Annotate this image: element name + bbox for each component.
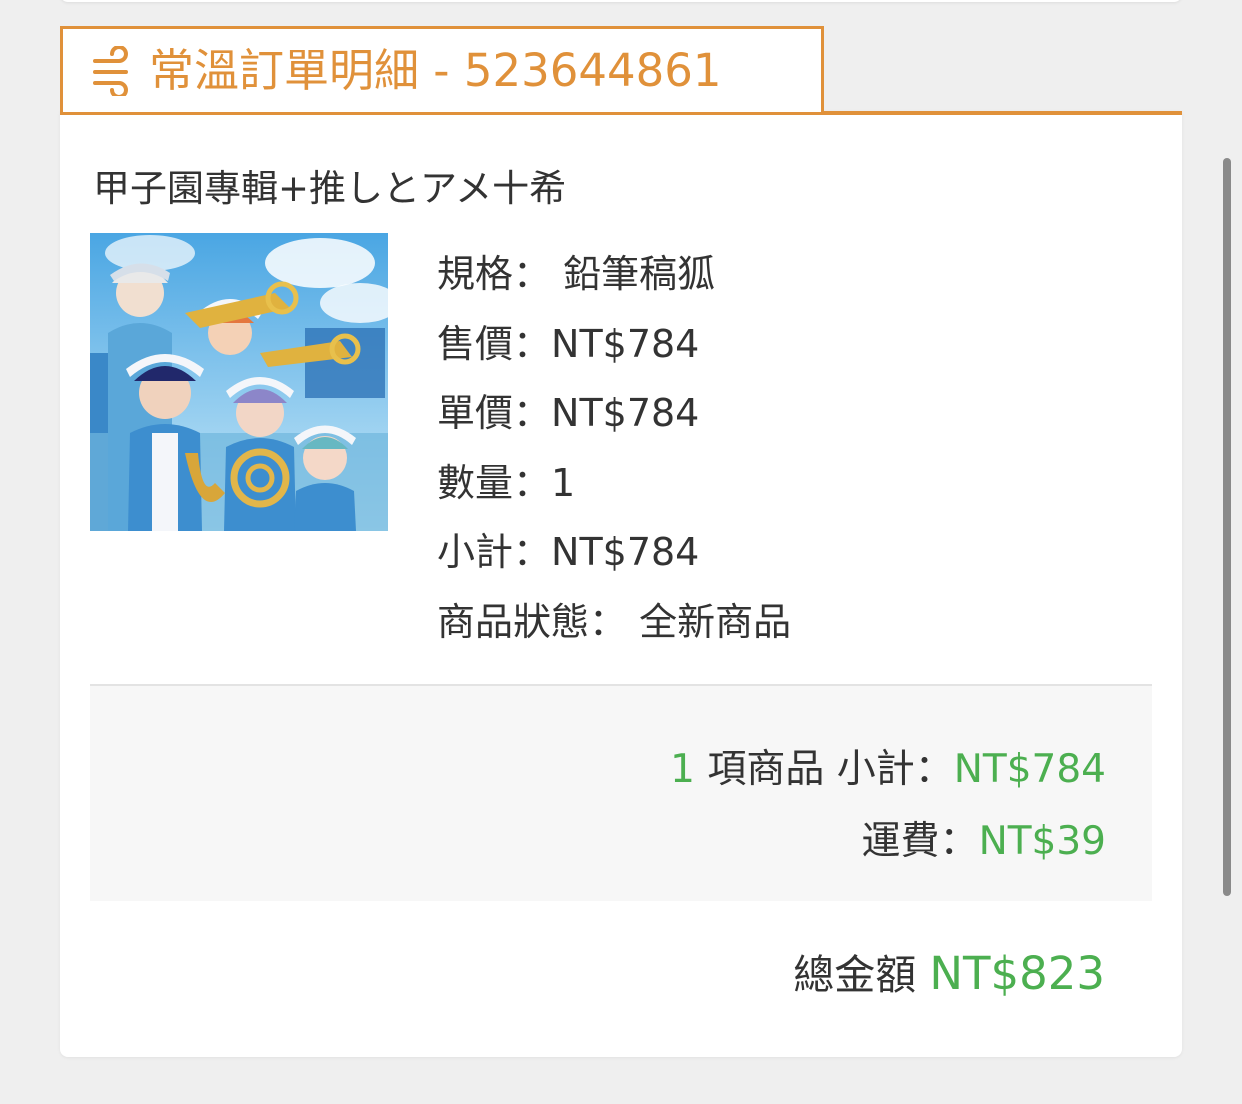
total-label: 總金額 [793,951,930,999]
shipping-label: 運費： [861,819,979,864]
condition-value: 全新商品 [627,599,792,644]
unit-price-value: NT$784 [551,391,700,435]
spec-label: 規格： [437,252,552,296]
condition-row: 商品狀態： 全新商品 [437,588,791,658]
quantity-label: 數量： [437,460,552,505]
scrollbar[interactable] [1223,158,1231,896]
subtotal-value: NT$784 [953,747,1106,792]
sale-price-label: 售價： [437,321,552,366]
total-value: NT$823 [929,947,1105,1000]
product-image[interactable] [90,233,388,531]
subtotal-line: 1 項商品 小計：NT$784 [670,738,1106,794]
previous-card [60,0,1182,2]
item-subtotal-label: 小計： [437,530,552,574]
spec-row: 規格： 鉛筆稿狐 [437,240,791,310]
order-title: 常溫訂單明細 - 523644861 [149,44,722,97]
item-subtotal-row: 小計：NT$784 [437,518,791,588]
quantity-value: 1 [551,460,576,505]
sale-price-row: 售價：NT$784 [437,310,791,380]
condition-label: 商品狀態： [437,599,628,644]
sale-price-value: NT$784 [551,321,700,366]
item-subtotal-value: NT$784 [551,530,700,574]
order-detail-tab: 常溫訂單明細 - 523644861 [60,26,824,112]
unit-price-row: 單價：NT$784 [437,379,791,449]
quantity-row: 數量：1 [437,449,791,519]
unit-price-label: 單價： [437,391,552,435]
subtotal-label: 項商品 小計： [694,747,954,792]
spec-value: 鉛筆稿狐 [551,252,716,296]
shipping-value: NT$39 [978,819,1106,864]
shipping-line: 運費：NT$39 [862,810,1106,866]
product-details: 規格： 鉛筆稿狐 售價：NT$784 單價：NT$784 數量：1 小計：NT$… [437,240,791,657]
item-count: 1 [670,747,695,792]
order-summary: 1 項商品 小計：NT$784 運費：NT$39 [90,684,1152,901]
temperature-wind-icon [89,44,139,99]
product-name: 甲子園專輯+推しとアメ十希 [93,167,567,210]
total-line: 總金額 NT$823 [793,941,1105,1001]
